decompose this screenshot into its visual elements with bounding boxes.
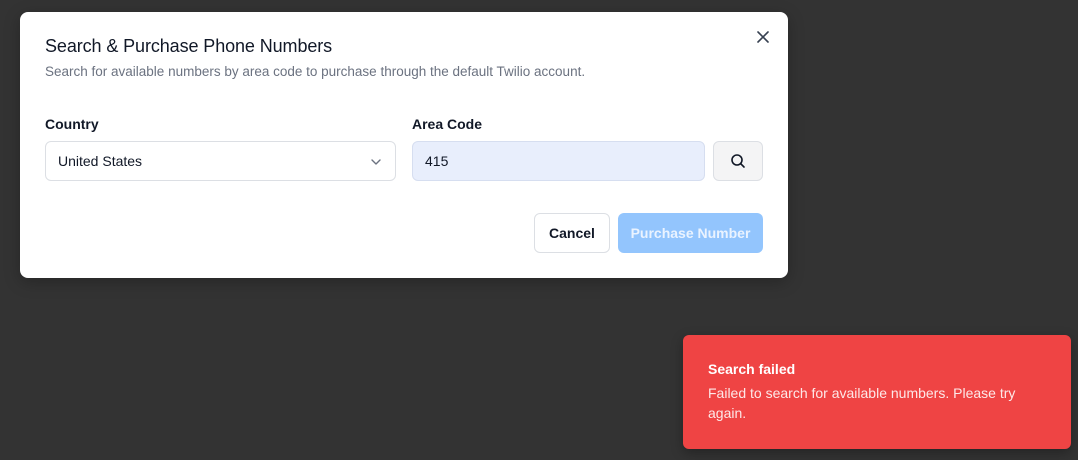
purchase-number-button[interactable]: Purchase Number [618,213,763,253]
toast-title: Search failed [708,361,796,377]
close-button[interactable] [754,28,772,46]
close-icon [757,31,769,43]
search-icon [731,154,745,168]
chevron-down-icon [371,159,381,165]
country-select[interactable]: United States [45,141,396,181]
error-toast[interactable]: Search failed Failed to search for avail… [683,335,1071,449]
search-button[interactable] [713,141,763,181]
dialog-title: Search & Purchase Phone Numbers [45,36,333,56]
purchase-dialog: Search & Purchase Phone Numbers Search f… [20,12,788,278]
area-code-label: Area Code [412,116,483,132]
area-code-input[interactable] [412,141,705,181]
toast-message: Failed to search for available numbers. … [708,385,1016,421]
country-label: Country [45,116,99,132]
cancel-button[interactable]: Cancel [534,213,610,253]
dialog-description: Search for available numbers by area cod… [45,64,586,79]
country-select-value: United States [58,153,143,169]
